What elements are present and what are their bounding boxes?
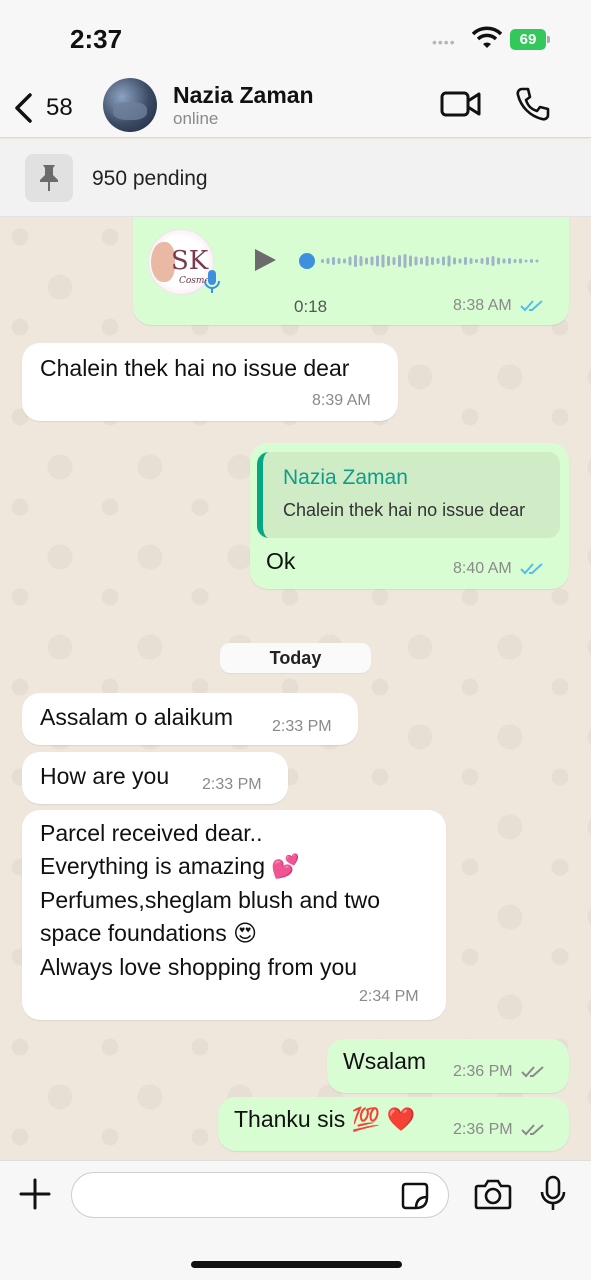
message-text: Chalein thek hai no issue dear	[40, 355, 350, 381]
message-time: 2:33 PM	[202, 776, 262, 793]
message-time: 8:40 AM	[453, 560, 544, 578]
message-text: How are you	[40, 763, 170, 789]
message-line: space foundations 😍	[40, 920, 258, 946]
home-indicator	[191, 1261, 402, 1268]
quote-author: Nazia Zaman	[283, 466, 408, 489]
message-list[interactable]: SK Cosmetic 0:18 8:38 AM Chalein thek ha…	[0, 217, 591, 1160]
incoming-message[interactable]: Chalein thek hai no issue dear 8:39 AM	[22, 343, 398, 421]
signal-dots-icon: ••••	[432, 34, 456, 50]
read-receipt-icon	[520, 300, 543, 312]
message-line: Everything is amazing 💕	[40, 853, 301, 879]
reply-message[interactable]: Nazia Zaman Chalein thek hai no issue de…	[250, 443, 569, 589]
camera-icon[interactable]	[474, 1177, 512, 1211]
date-separator: Today	[220, 643, 371, 673]
message-line: Always love shopping from you	[40, 954, 358, 980]
phone-icon[interactable]	[514, 86, 550, 122]
pin-icon	[25, 154, 73, 202]
message-text: Wsalam	[343, 1048, 427, 1074]
delivered-receipt-icon	[521, 1124, 544, 1136]
microphone-icon[interactable]	[540, 1175, 566, 1213]
message-text: Ok	[266, 548, 296, 574]
incoming-message[interactable]: Parcel received dear.. Everything is ama…	[22, 810, 446, 1020]
battery-icon: 69	[510, 29, 550, 50]
quote-text: Chalein thek hai no issue dear	[283, 500, 526, 520]
message-text: Thanku sis 💯 ❤️	[234, 1106, 416, 1132]
pinned-message-bar[interactable]: 950 pending	[0, 139, 591, 217]
message-time: 2:36 PM	[453, 1121, 545, 1139]
contact-name[interactable]: Nazia Zaman	[173, 82, 314, 109]
message-time: 2:34 PM	[359, 988, 419, 1005]
plus-icon[interactable]	[18, 1177, 52, 1211]
message-time: 8:39 AM	[312, 392, 371, 409]
message-input[interactable]	[71, 1172, 449, 1218]
audio-waveform[interactable]	[293, 250, 541, 272]
battery-level: 69	[519, 31, 537, 48]
message-time: 8:38 AM	[453, 297, 544, 315]
video-call-icon[interactable]	[440, 88, 482, 120]
wifi-icon	[472, 26, 502, 48]
mic-icon	[204, 270, 220, 293]
contact-presence: online	[173, 109, 219, 128]
contact-avatar[interactable]	[103, 78, 157, 132]
outgoing-message[interactable]: Thanku sis 💯 ❤️ 2:36 PM	[218, 1097, 569, 1151]
unread-count: 58	[46, 94, 73, 121]
back-chevron-icon	[15, 93, 32, 123]
message-time: 2:36 PM	[453, 1063, 545, 1081]
status-bar: 2:37 •••• 69	[0, 0, 591, 78]
message-text: Assalam o alaikum	[40, 704, 234, 730]
message-time: 2:33 PM	[272, 718, 332, 735]
status-time: 2:37	[70, 24, 123, 54]
incoming-message[interactable]: Assalam o alaikum 2:33 PM	[22, 693, 358, 745]
read-receipt-icon	[520, 563, 543, 575]
incoming-message[interactable]: How are you 2:33 PM	[22, 752, 288, 804]
voice-message[interactable]: SK Cosmetic 0:18 8:38 AM	[133, 217, 569, 325]
voice-duration: 0:18	[294, 297, 328, 316]
message-line: Perfumes,sheglam blush and two	[40, 887, 381, 913]
message-line: Parcel received dear..	[40, 820, 263, 846]
outgoing-message[interactable]: Wsalam 2:36 PM	[327, 1039, 569, 1093]
composer-bar	[0, 1160, 591, 1280]
pinned-label: 950 pending	[92, 167, 208, 190]
quoted-message[interactable]: Nazia Zaman Chalein thek hai no issue de…	[257, 452, 560, 538]
chat-header: 58 Nazia Zaman online	[0, 78, 591, 138]
play-icon[interactable]	[251, 246, 279, 274]
delivered-receipt-icon	[521, 1066, 544, 1078]
sticker-icon[interactable]	[400, 1181, 430, 1211]
back-button[interactable]: 58	[12, 86, 82, 130]
